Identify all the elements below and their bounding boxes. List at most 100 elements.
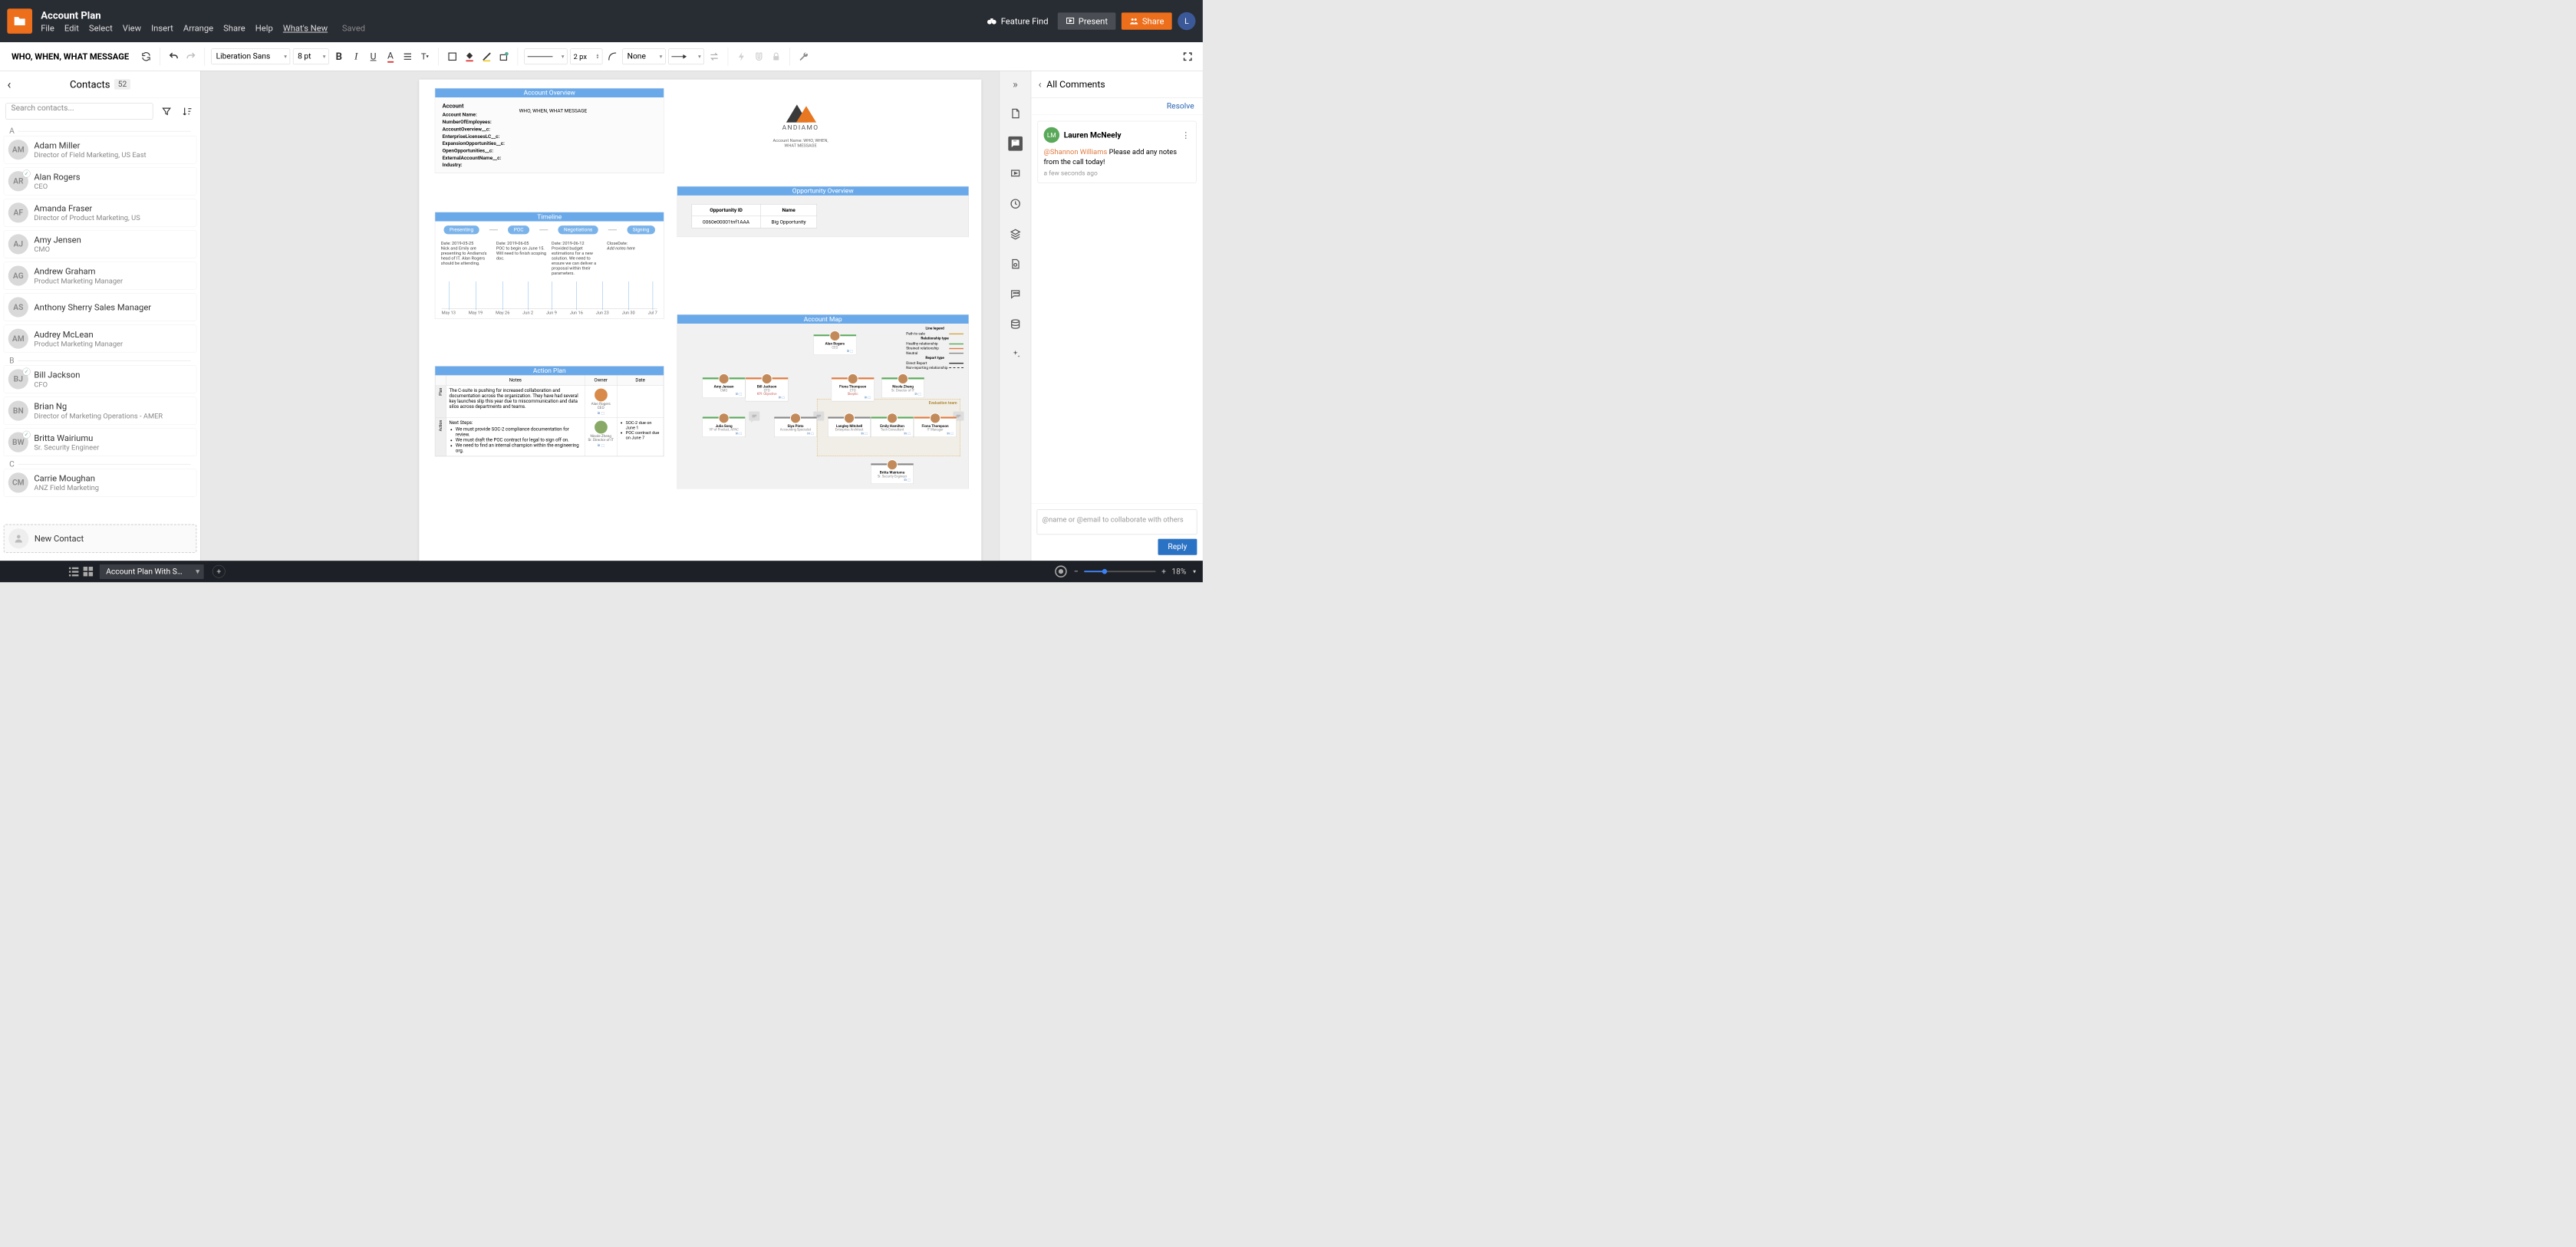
page-tab[interactable]: Account Plan With S… xyxy=(100,564,204,579)
menu-share[interactable]: Share xyxy=(223,23,245,33)
reply-input[interactable]: @name or @email to collaborate with othe… xyxy=(1037,509,1197,535)
new-contact-button[interactable]: New Contact xyxy=(4,525,197,553)
app-logo[interactable] xyxy=(7,8,32,34)
document-title[interactable]: Account Plan xyxy=(41,9,987,21)
org-card[interactable]: Langley MitchellEnterprise Architectin ⬚ xyxy=(828,416,871,437)
contact-item[interactable]: AGAndrew GrahamProduct Marketing Manager xyxy=(4,262,197,289)
arrow-end-select[interactable] xyxy=(668,48,704,64)
reply-button[interactable]: Reply xyxy=(1158,539,1197,555)
org-card[interactable]: Amy JensenCMOin ⬚ xyxy=(703,377,746,398)
canvas[interactable]: Account Overview AccountAccount Name:Num… xyxy=(200,71,999,561)
comment-more-icon[interactable]: ⋮ xyxy=(1181,130,1190,140)
present-button[interactable]: Present xyxy=(1058,12,1116,29)
org-card[interactable]: Emily HamiltonTech Consultantin ⬚ xyxy=(871,416,914,437)
grid-view-icon[interactable] xyxy=(81,564,96,579)
zoom-target-icon[interactable] xyxy=(1054,564,1069,579)
align-button[interactable] xyxy=(400,49,415,64)
sparkle-icon[interactable] xyxy=(1008,347,1023,361)
opportunity-overview-block[interactable]: Opportunity Overview Opportunity IDName … xyxy=(677,186,969,237)
menu-help[interactable]: Help xyxy=(255,23,273,33)
org-card[interactable]: Julia SongVP of Product, APACin ⬚ xyxy=(703,416,746,437)
note-icon[interactable] xyxy=(749,411,759,420)
org-card[interactable]: Alan RogersCEOin ⬚ xyxy=(813,334,856,355)
org-card[interactable]: Nicole ZhengSr. Director of ITin ⬚ xyxy=(881,377,924,398)
shape-options-button[interactable] xyxy=(497,49,512,64)
org-card[interactable]: Britta WairiumuSr. Security Engineerin ⬚ xyxy=(871,463,914,484)
undo-button[interactable] xyxy=(166,49,181,64)
timeline-block[interactable]: Timeline PresentingPOCNegotiationsSignin… xyxy=(435,212,664,319)
presentation-icon[interactable] xyxy=(1008,166,1023,181)
resolve-button[interactable]: Resolve xyxy=(1031,98,1203,114)
fill-color-button[interactable] xyxy=(463,49,477,64)
add-page-button[interactable]: + xyxy=(212,565,226,578)
page-name-label[interactable]: WHO, WHEN, WHAT MESSAGE xyxy=(5,51,137,61)
menu-file[interactable]: File xyxy=(41,23,54,33)
zoom-slider[interactable] xyxy=(1084,571,1155,572)
sync-icon[interactable] xyxy=(139,49,153,64)
fullscreen-button[interactable] xyxy=(1181,49,1195,64)
action-plan-block[interactable]: Action Plan NotesOwnerDate Plan The C-su… xyxy=(435,366,664,456)
magnet-icon[interactable] xyxy=(752,49,766,64)
org-card[interactable]: Fiona ThompsonCTOSkepticin ⬚ xyxy=(832,377,875,401)
contact-item[interactable]: BJBill JacksonCFO✓ xyxy=(4,365,197,393)
contact-item[interactable]: AJAmy JensenCMO xyxy=(4,230,197,258)
wrench-icon[interactable] xyxy=(796,49,811,64)
contact-item[interactable]: AMAudrey McLeanProduct Marketing Manager xyxy=(4,324,197,352)
bold-button[interactable]: B xyxy=(331,49,346,64)
line-style-select[interactable] xyxy=(525,48,568,64)
text-color-button[interactable]: A xyxy=(384,49,398,64)
menu-select[interactable]: Select xyxy=(89,23,113,33)
contact-item[interactable]: AMAdam MillerDirector of Field Marketing… xyxy=(4,136,197,163)
account-map-block[interactable]: Account Map Line legend Path to sale Rel… xyxy=(677,314,969,489)
arrow-start-select[interactable]: None xyxy=(623,48,666,64)
zoom-in-button[interactable]: + xyxy=(1161,567,1166,576)
andiamo-logo-block[interactable]: ANDIAMO Account Name: WHO, WHEN, WHAT ME… xyxy=(770,101,831,148)
contact-item[interactable]: AFAmanda FraserDirector of Product Marke… xyxy=(4,199,197,226)
menu-insert[interactable]: Insert xyxy=(151,23,173,33)
org-card[interactable]: Siya PintoAccounting Specialistin ⬚ xyxy=(774,416,817,437)
stroke-width-input[interactable]: 2 px▲▼ xyxy=(570,48,602,64)
history-icon[interactable] xyxy=(1008,196,1023,211)
text-options-button[interactable]: T▾ xyxy=(417,49,432,64)
font-size-select[interactable]: 8 pt xyxy=(293,48,329,64)
page-settings-icon[interactable] xyxy=(1008,257,1023,271)
underline-button[interactable]: U xyxy=(366,49,380,64)
sort-icon[interactable] xyxy=(180,104,195,119)
contact-item[interactable]: CMCarrie MoughanANZ Field Marketing xyxy=(4,469,197,496)
account-overview-block[interactable]: Account Overview AccountAccount Name:Num… xyxy=(435,88,664,173)
chat-icon[interactable] xyxy=(1008,287,1023,301)
org-card[interactable]: Fiona ThompsonIT Managerin ⬚ xyxy=(914,416,957,437)
redo-button[interactable] xyxy=(184,49,199,64)
comments-back-button[interactable]: ‹ xyxy=(1039,78,1042,90)
user-avatar[interactable]: L xyxy=(1178,12,1195,30)
filter-icon[interactable] xyxy=(160,104,174,119)
layers-icon[interactable] xyxy=(1008,227,1023,242)
back-button[interactable]: ‹ xyxy=(7,77,11,92)
feature-find-button[interactable]: Feature Find xyxy=(987,16,1048,27)
contact-item[interactable]: BWBritta WairiumuSr. Security Engineer✓ xyxy=(4,428,197,456)
flash-icon[interactable] xyxy=(735,49,749,64)
menu-arrange[interactable]: Arrange xyxy=(183,23,213,33)
zoom-value[interactable]: 18% xyxy=(1171,567,1186,576)
comment-card[interactable]: LM Lauren McNeely ⋮ @Shannon Williams Pl… xyxy=(1038,121,1197,183)
menu-whats-new[interactable]: What's New xyxy=(283,23,328,33)
org-card[interactable]: Bill JacksonCFOKPI: Objectivein ⬚ xyxy=(746,377,789,401)
menu-edit[interactable]: Edit xyxy=(64,23,79,33)
font-family-select[interactable]: Liberation Sans xyxy=(212,48,291,64)
contact-item[interactable]: ARAlan RogersCEO✓ xyxy=(4,167,197,195)
menu-view[interactable]: View xyxy=(123,23,141,33)
data-icon[interactable] xyxy=(1008,317,1023,331)
share-button[interactable]: Share xyxy=(1122,12,1172,29)
line-color-button[interactable] xyxy=(479,49,494,64)
contact-item[interactable]: BNBrian NgDirector of Marketing Operatio… xyxy=(4,396,197,424)
contact-item[interactable]: ASAnthony Sherry Sales Manager xyxy=(4,293,197,321)
swap-arrows-button[interactable] xyxy=(707,49,722,64)
expand-rail-button[interactable]: » xyxy=(1013,78,1018,90)
zoom-out-button[interactable]: − xyxy=(1074,567,1079,576)
shape-fill-button[interactable] xyxy=(445,49,460,64)
italic-button[interactable]: I xyxy=(349,49,364,64)
list-view-icon[interactable] xyxy=(67,564,81,579)
comments-tab-icon[interactable]: "" xyxy=(1008,137,1023,151)
lock-icon[interactable] xyxy=(769,49,784,64)
page-icon[interactable] xyxy=(1008,107,1023,121)
